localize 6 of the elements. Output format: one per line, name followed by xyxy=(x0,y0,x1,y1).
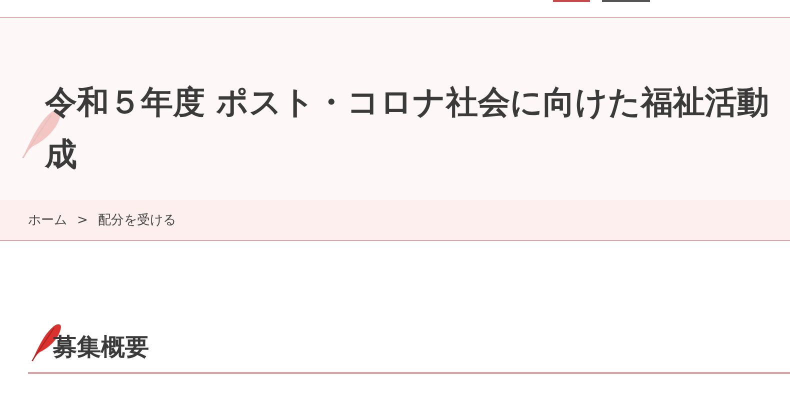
breadcrumb-link[interactable]: ホーム xyxy=(28,211,67,229)
page-title: 令和５年度 ポスト・コロナ社会に向けた福祉活動 xyxy=(45,83,770,121)
section-heading: 募集概要 xyxy=(53,332,149,362)
breadcrumb-link[interactable]: 配分を受ける xyxy=(98,211,176,229)
breadcrumb-separator: > xyxy=(77,212,88,228)
page-title: 成 xyxy=(45,135,77,173)
